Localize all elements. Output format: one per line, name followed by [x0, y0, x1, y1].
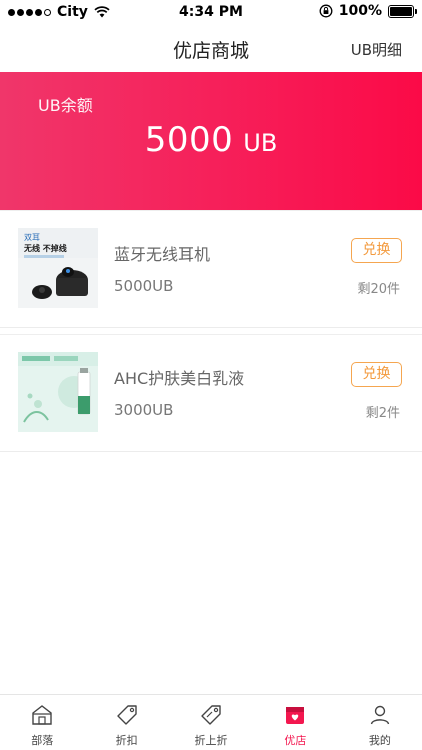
tab-label: 折扣 [115, 734, 138, 747]
tab-label: 我的 [368, 734, 391, 747]
person-icon [370, 705, 390, 725]
balance-amount: 5000 UB [0, 120, 422, 160]
battery-icon [388, 4, 417, 18]
product-stock: 剩20件 [357, 282, 400, 297]
thumb-text-1: 双耳 [24, 233, 40, 242]
product-stock: 剩2件 [365, 406, 400, 421]
product-item[interactable]: 双耳 无线 不掉线 蓝牙无线耳机 5000UB 兑换 剩20件 [0, 210, 422, 328]
tab-label: 折上折 [194, 734, 228, 747]
tab-discount[interactable]: 折扣 [84, 695, 168, 750]
tag-discount-icon [201, 705, 221, 725]
tab-tribe[interactable]: 部落 [0, 695, 84, 750]
product-thumbnail-lotion[interactable] [18, 352, 98, 432]
tab-label: 部落 [31, 734, 54, 747]
tab-label: 优店 [284, 734, 307, 747]
product-name[interactable]: 蓝牙无线耳机 [114, 241, 210, 265]
product-name[interactable]: AHC护肤美白乳液 [114, 365, 244, 389]
orientation-lock-icon [319, 4, 333, 18]
balance-banner: UB余额 5000 UB [0, 72, 422, 210]
shop-icon [286, 707, 305, 724]
balance-unit: UB [243, 129, 278, 157]
exchange-button[interactable]: 兑换 [351, 238, 402, 263]
exchange-button[interactable]: 兑换 [351, 362, 402, 387]
house-icon [32, 705, 52, 725]
product-item[interactable]: AHC护肤美白乳液 3000UB 兑换 剩2件 [0, 334, 422, 452]
ub-details-link[interactable]: UB明细 [351, 39, 402, 60]
status-bar: City 4:34 PM 100% [0, 0, 422, 24]
tag-icon [116, 705, 137, 725]
tab-mine[interactable]: 我的 [338, 695, 422, 750]
thumb-text-2: 无线 不掉线 [23, 243, 67, 253]
product-price: 5000UB [114, 277, 174, 295]
battery-percent: 100% [338, 3, 382, 19]
product-price: 3000UB [114, 401, 174, 419]
tab-bar: 部落 折扣 折上折 优店 我的 [0, 694, 422, 750]
nav-bar: 优店商城 UB明细 [0, 24, 422, 72]
product-thumbnail-earbuds[interactable]: 双耳 无线 不掉线 [18, 228, 98, 308]
balance-label: UB余额 [38, 96, 93, 115]
tab-shop[interactable]: 优店 [253, 695, 337, 750]
status-right: 100% [319, 3, 417, 19]
balance-value: 5000 [144, 120, 234, 160]
tab-extra-discount[interactable]: 折上折 [169, 695, 253, 750]
